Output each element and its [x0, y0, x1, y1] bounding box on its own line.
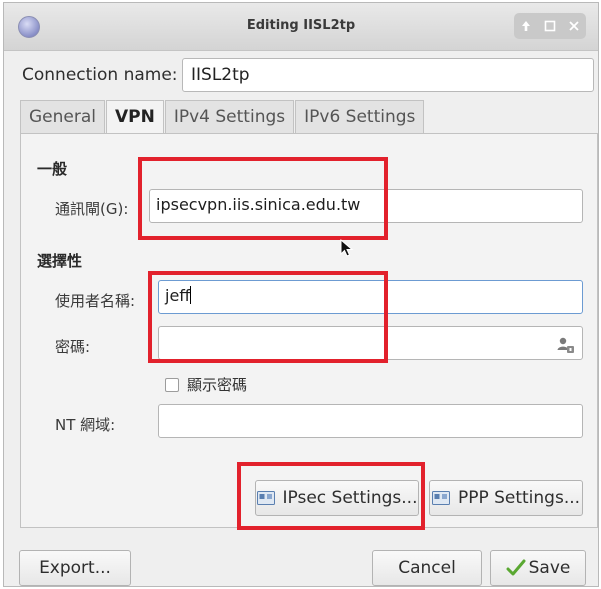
save-button[interactable]: Save — [490, 550, 586, 586]
general-heading: 一般 — [37, 160, 68, 178]
tab-ipv6-settings[interactable]: IPv6 Settings — [295, 100, 425, 134]
up-arrow-icon[interactable] — [518, 18, 534, 34]
close-icon[interactable] — [566, 18, 582, 34]
nt-domain-label: NT 網域: — [55, 416, 116, 434]
show-password-label: 顯示密碼 — [187, 376, 248, 394]
title-bar[interactable]: Editing IISL2tp — [4, 3, 598, 51]
username-label: 使用者名稱: — [55, 292, 136, 310]
tab-bar: General VPN IPv4 Settings IPv6 Settings — [20, 100, 425, 135]
gateway-label: 通訊閘(G): — [55, 200, 129, 218]
checkbox-box[interactable] — [165, 377, 179, 392]
tab-general[interactable]: General — [20, 100, 105, 134]
ppp-settings-button[interactable]: PPP Settings... — [429, 480, 583, 516]
save-label: Save — [528, 558, 571, 578]
connection-name-input[interactable]: IISL2tp — [182, 58, 594, 92]
password-label: 密碼: — [55, 338, 91, 356]
tab-vpn[interactable]: VPN — [106, 100, 164, 135]
show-password-checkbox[interactable]: 顯示密碼 — [165, 374, 247, 395]
checkmark-icon — [506, 559, 526, 576]
tab-ipv4-settings[interactable]: IPv4 Settings — [164, 100, 295, 134]
export-button[interactable]: Export... — [19, 550, 131, 586]
ipsec-highlight-box — [237, 462, 425, 530]
mouse-pointer-icon — [340, 239, 354, 257]
optional-heading: 選擇性 — [37, 252, 83, 270]
connection-name-label: Connection name: — [22, 65, 178, 85]
nt-domain-input[interactable] — [158, 404, 583, 438]
window-controls — [514, 13, 586, 39]
credentials-highlight-box — [148, 271, 388, 363]
cancel-button[interactable]: Cancel — [372, 550, 482, 586]
window-title: Editing IISL2tp — [246, 18, 356, 33]
ppp-settings-label: PPP Settings... — [457, 488, 581, 508]
gateway-highlight-box — [138, 157, 388, 240]
password-storage-icon[interactable] — [556, 335, 576, 355]
maximize-icon[interactable] — [542, 18, 558, 34]
settings-dialog-icon — [431, 491, 450, 505]
